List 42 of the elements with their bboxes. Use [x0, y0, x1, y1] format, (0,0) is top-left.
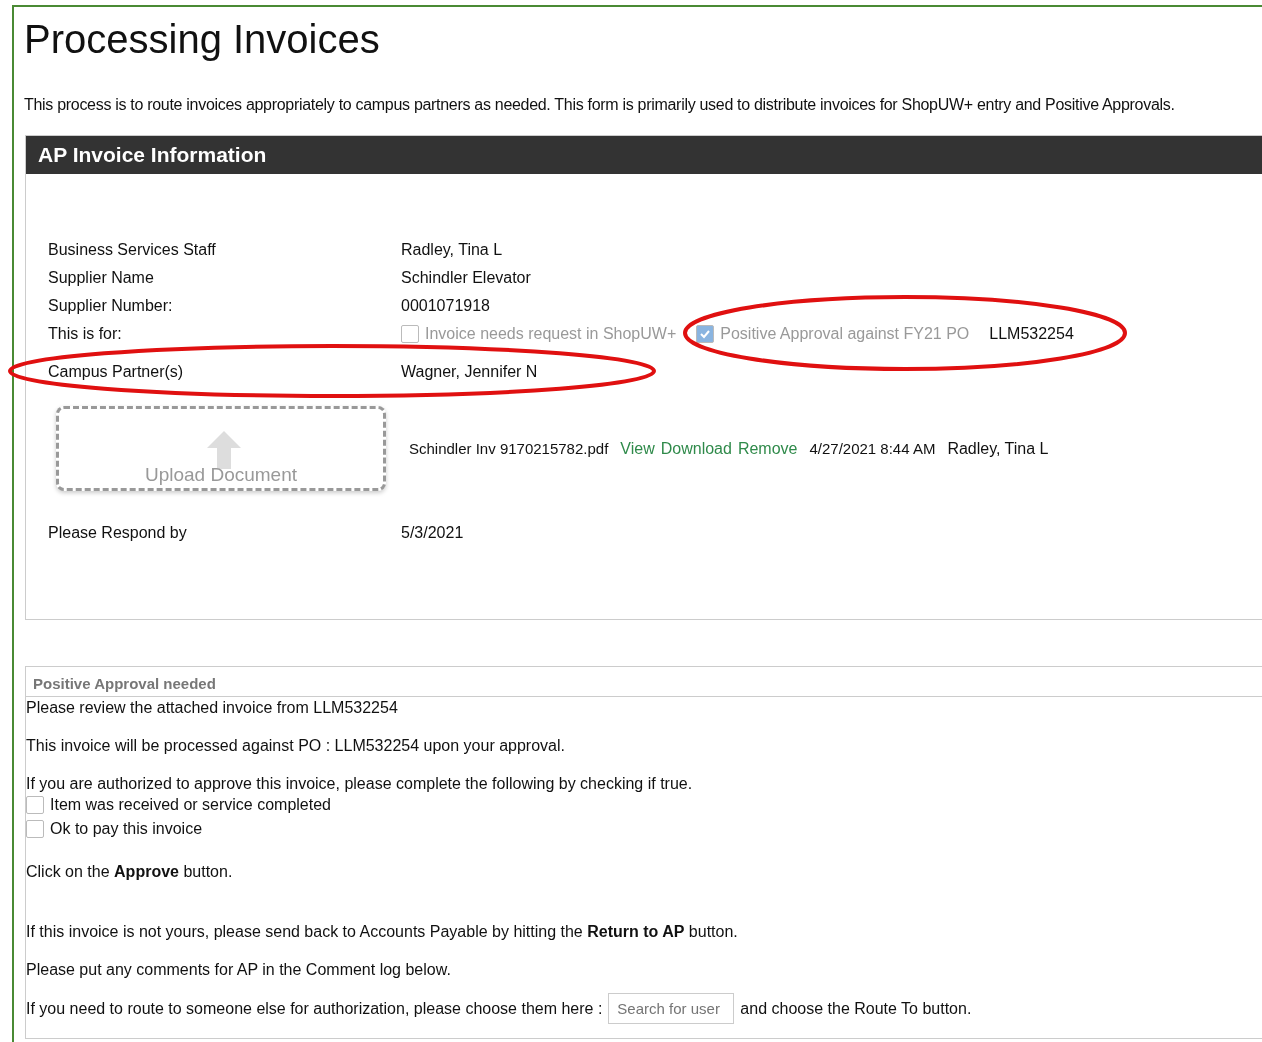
field-value: 5/3/2021 [401, 524, 464, 542]
checkbox-option[interactable]: Ok to pay this invoice [26, 817, 1262, 841]
intro-text: This process is to route invoices appropriately to campus partners as needed. This form is primarily used to distribute invoices for ShopUW+ entry and Positive Approvals. [24, 96, 1176, 114]
field-label: Business Services Staff [48, 241, 217, 259]
field-label: Supplier Name [48, 269, 155, 287]
checkbox[interactable] [401, 325, 419, 343]
file-action-link[interactable]: Remove [737, 439, 798, 458]
instruction-text: If you are authorized to approve this invoice, please complete the following by checking if true. [26, 775, 694, 793]
upload-button[interactable]: Upload Document [56, 406, 386, 491]
field-label: Campus Partner(s) [48, 363, 185, 381]
checkbox-option[interactable]: Invoice needs request in ShopUW+ [401, 325, 677, 343]
panel-title: Positive Approval needed [26, 667, 1262, 697]
upload-arrow-icon [207, 431, 241, 469]
check-icon [699, 328, 712, 340]
user-search-field[interactable]: Search for user [608, 993, 735, 1024]
upload-date: 4/27/2021 8:44 AM [809, 440, 936, 457]
instruction-text: If you need to route to someone else for authorization, please choose them here : [26, 999, 603, 1018]
checkbox-option[interactable]: Item was received or service completed [26, 793, 1262, 817]
checkbox[interactable] [26, 796, 44, 814]
field-value: Radley, Tina L [401, 241, 503, 259]
page-title: Processing Invoices [24, 16, 381, 63]
instruction-text: Please put any comments for AP in the Comment log below. [26, 961, 452, 979]
panel-title: AP Invoice Information [26, 136, 1262, 174]
field-value: Schindler Elevator [401, 269, 531, 287]
po-number: LLM532254 [989, 325, 1074, 343]
instruction-text: Click on the Approve button. [26, 863, 234, 881]
field-value: 0001071918 [401, 297, 490, 315]
field-label: Supplier Number: [48, 297, 174, 315]
instruction-text: and choose the Route To button. [740, 999, 972, 1018]
file-action-link[interactable]: View [620, 439, 655, 458]
file-action-link[interactable]: Download [660, 439, 732, 458]
instruction-text: This invoice will be processed against PO : LLM532254 upon your approval. [26, 737, 566, 755]
instruction-text: If this invoice is not yours, please send back to Accounts Payable by hitting the Return to AP button. [26, 923, 739, 941]
checkbox[interactable] [26, 820, 44, 838]
field-label: This is for: [48, 325, 122, 343]
file-name: Schindler Inv 9170215782.pdf [409, 440, 609, 457]
checkbox-option[interactable]: Positive Approval against FY21 PO [696, 325, 970, 343]
instruction-text: Please review the attached invoice from LLM532254 [26, 699, 399, 717]
field-label: Please Respond by [48, 524, 188, 542]
checkbox[interactable] [696, 325, 715, 343]
uploaded-by: Radley, Tina L [947, 439, 1049, 458]
field-value: Wagner, Jennifer N [401, 363, 538, 381]
